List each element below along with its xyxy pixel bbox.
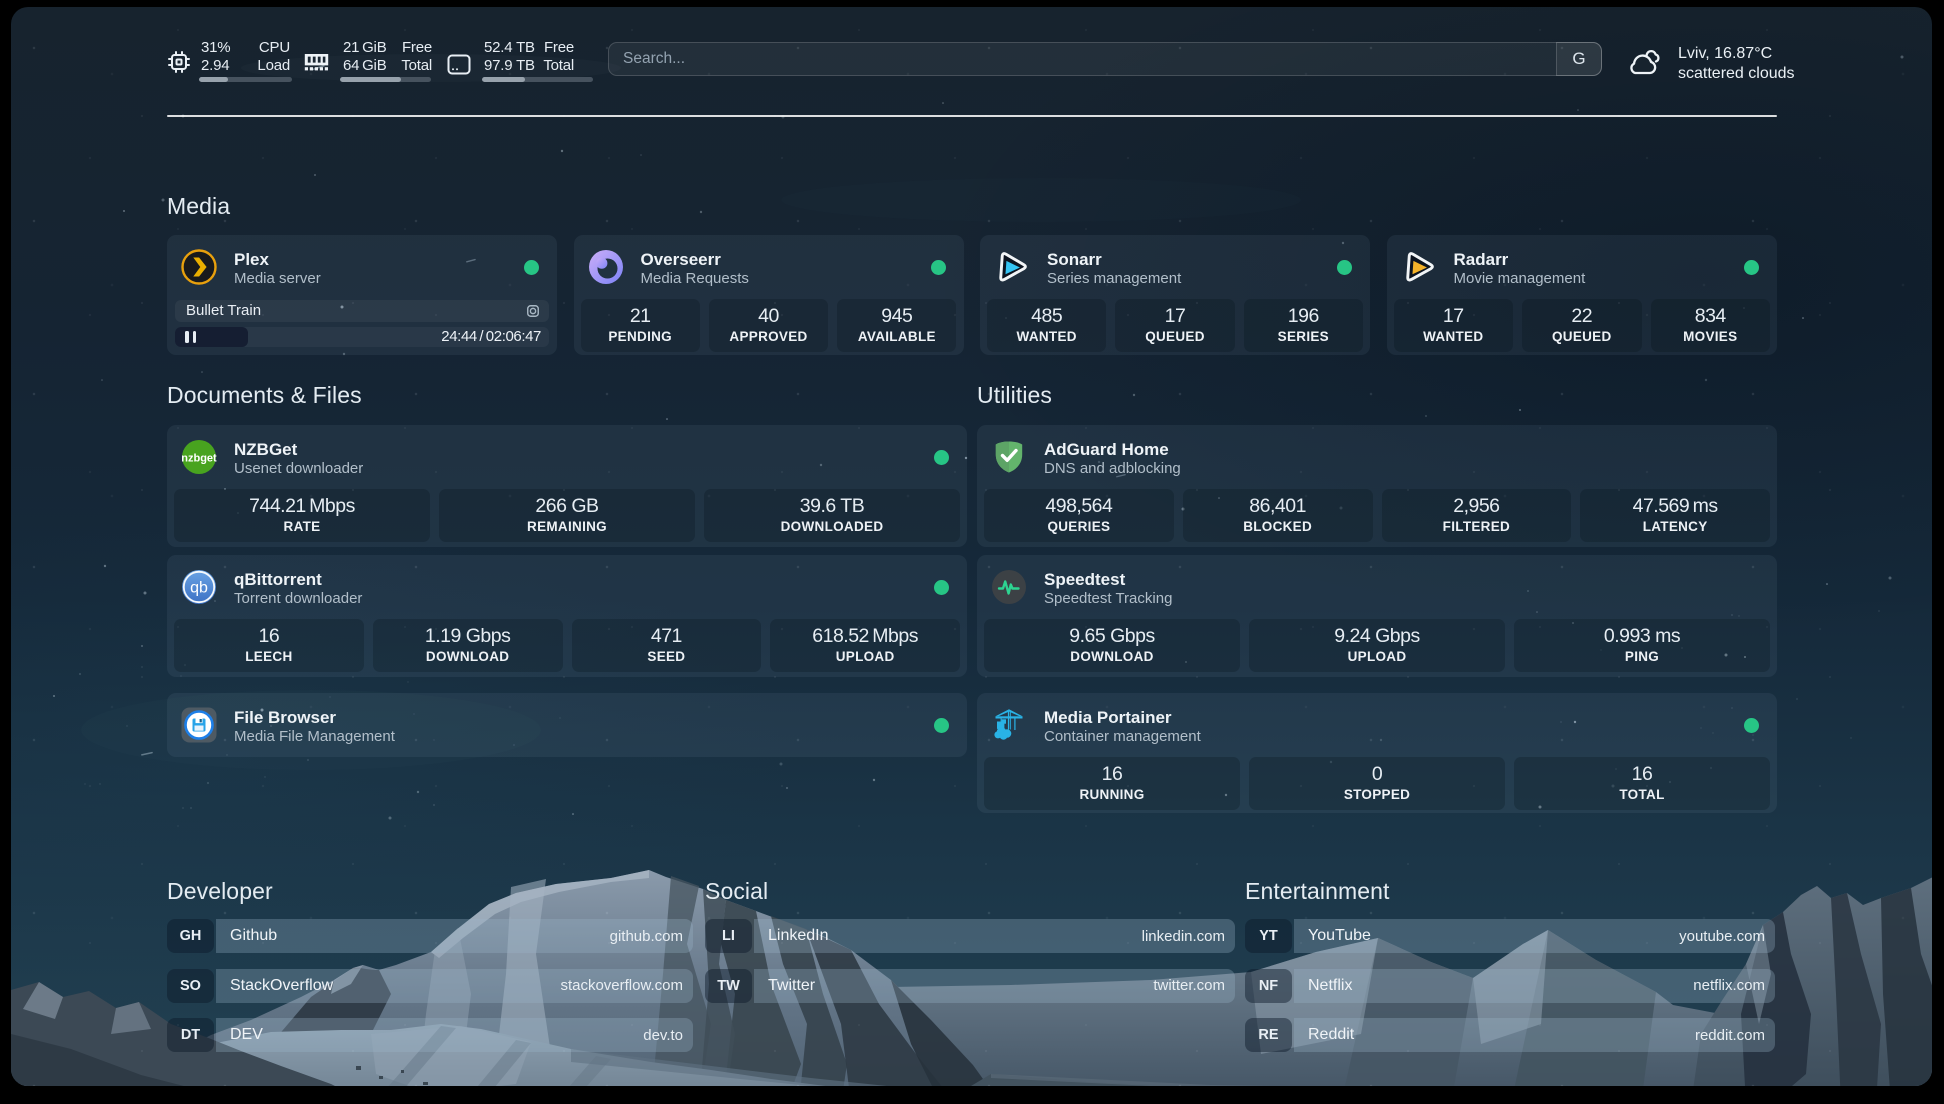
svg-text:qb: qb (190, 580, 208, 597)
svg-text:nzbget: nzbget (181, 453, 217, 465)
